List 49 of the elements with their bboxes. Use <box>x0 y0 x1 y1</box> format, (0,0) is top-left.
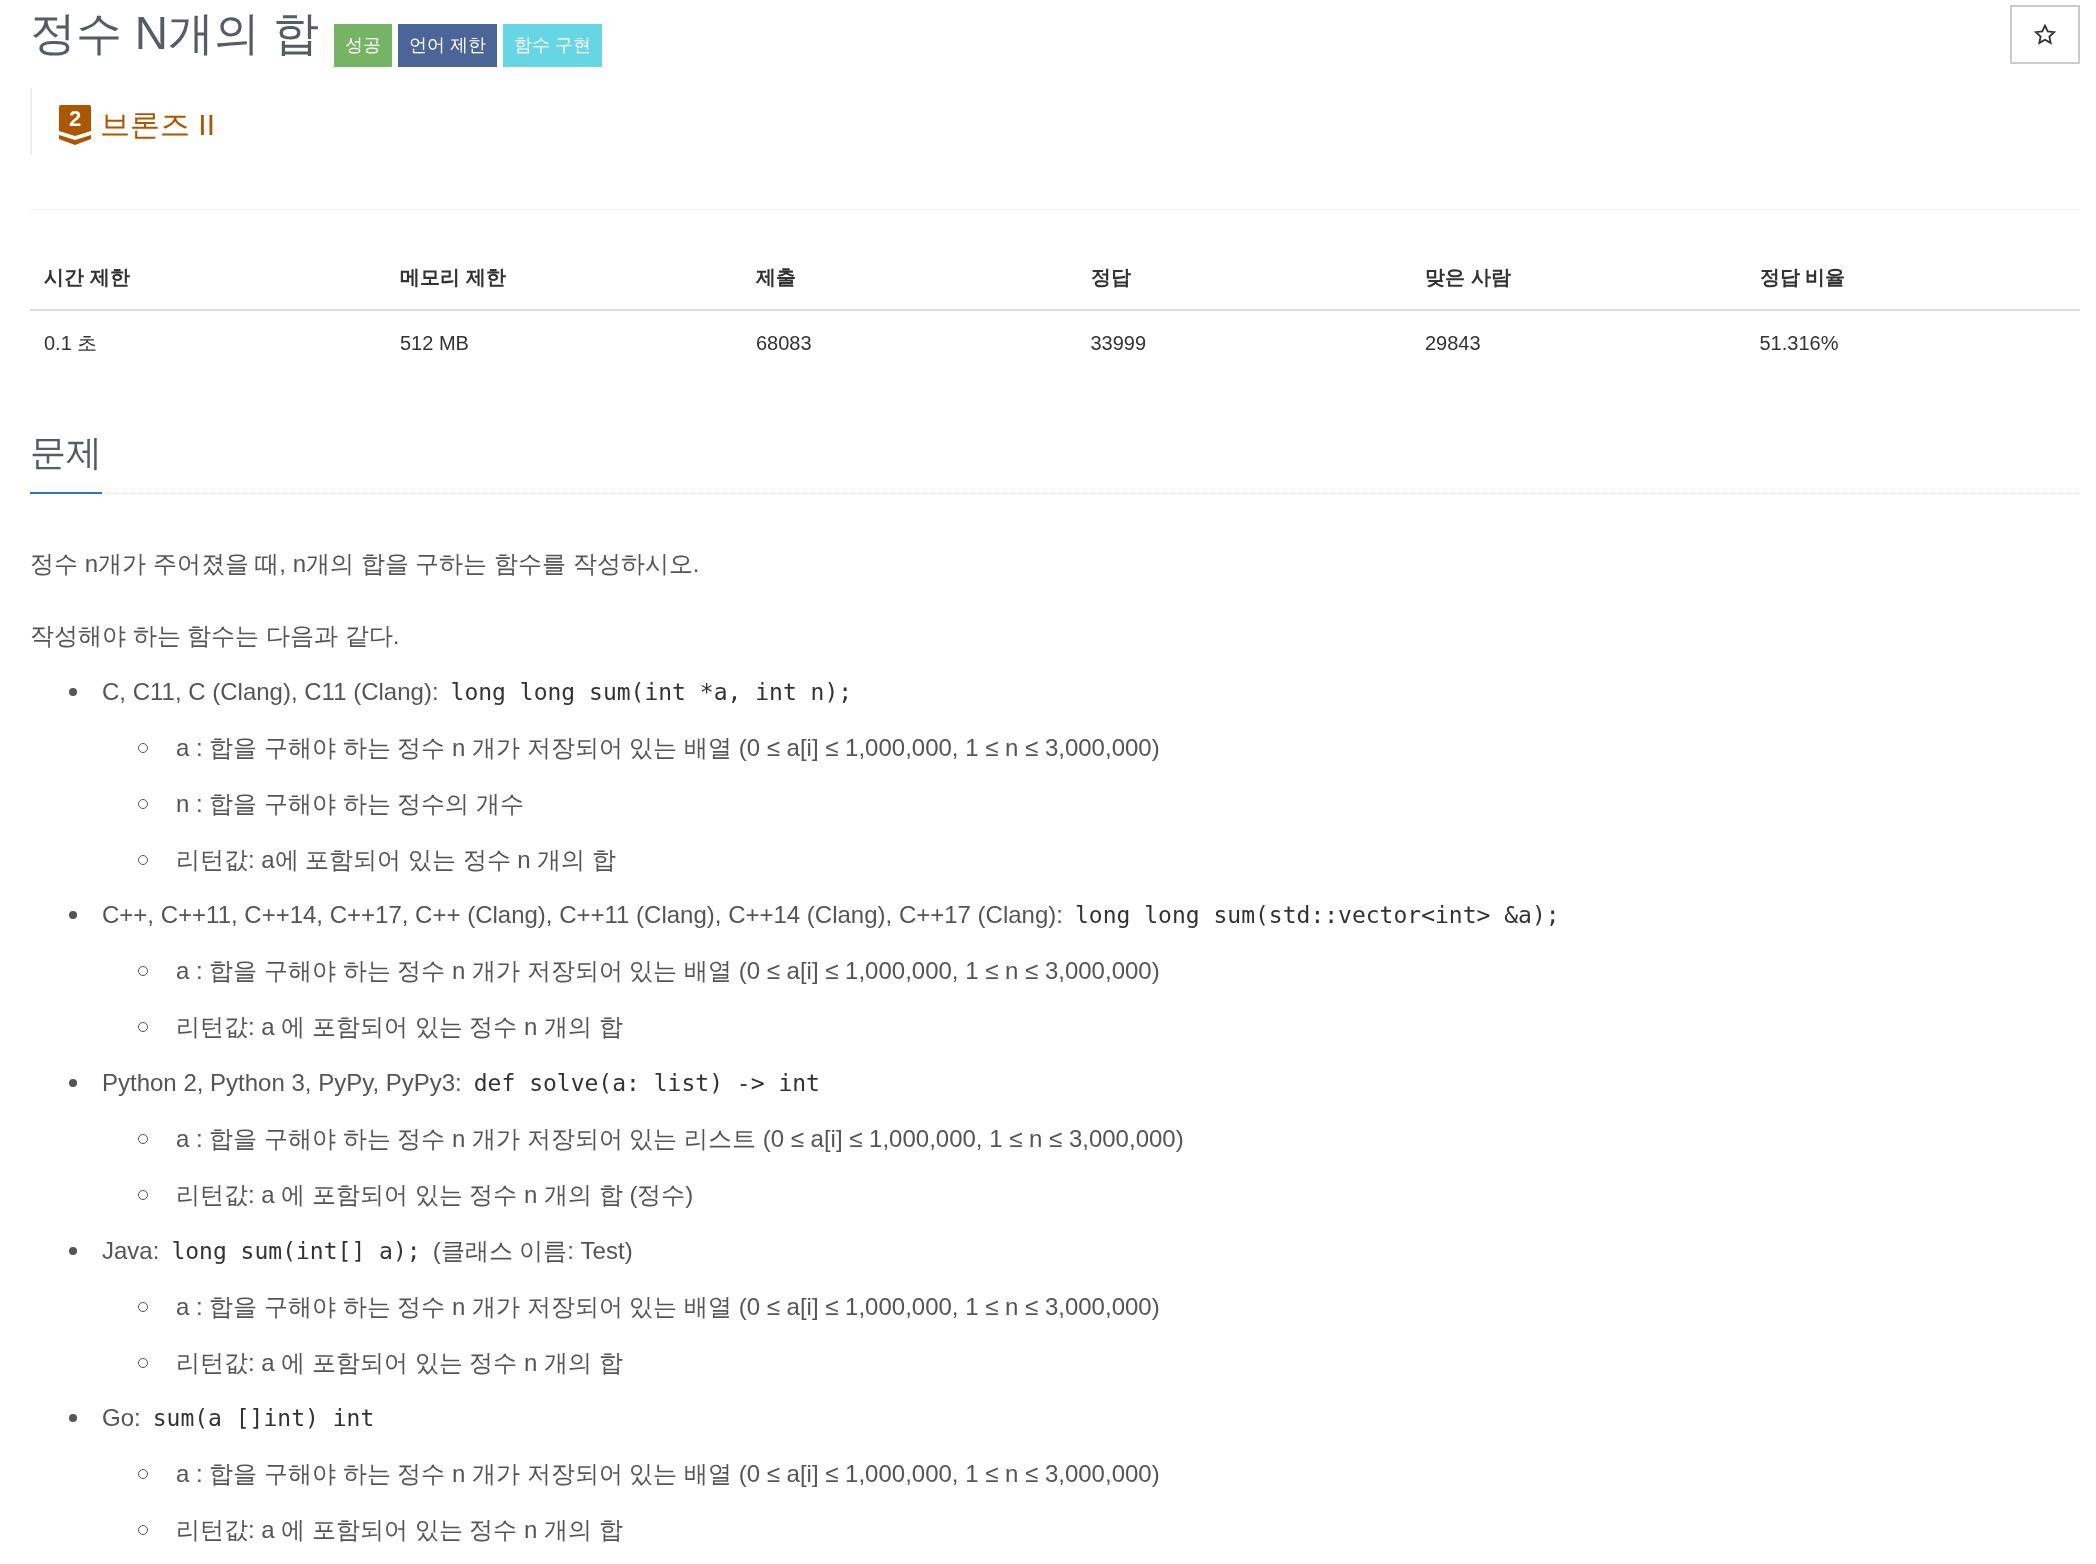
table-header-cell: 시간 제한 <box>30 245 386 310</box>
table-header-cell: 맞은 사람 <box>1411 245 1746 310</box>
table-cell: 512 MB <box>386 310 742 375</box>
language-list: Go: <box>102 1400 141 1437</box>
language-list: C, C11, C (Clang), C11 (Clang): <box>102 673 439 710</box>
list-item-text: 리턴값: a 에 포함되어 있는 정수 n 개의 합 <box>176 1012 623 1043</box>
bullet-icon <box>69 1414 77 1423</box>
section-heading: 문제 <box>30 431 102 494</box>
problem-tag: 함수 구현 <box>502 24 602 67</box>
problem-tag: 성공 <box>333 24 392 67</box>
table-header-cell: 제출 <box>742 245 1077 310</box>
table-cell: 51.316% <box>1745 310 2080 375</box>
list-item-text: 리턴값: a 에 포함되어 있는 정수 n 개의 합 <box>176 1347 623 1378</box>
table-header-cell: 정답 비율 <box>1745 245 2080 310</box>
list-item-text: a : 합을 구해야 하는 정수 n 개가 저장되어 있는 배열 (0 ≤ a[i] ≤ 1,000,000, 1 ≤ n ≤ 3,000,000) <box>176 1459 1160 1490</box>
tier-name: 브론즈 II <box>100 107 215 143</box>
problem-text: 작성해야 하는 함수는 다음과 같다. <box>30 621 401 651</box>
problem-title: 정수 N개의 합 <box>30 6 319 61</box>
list-item-text: a : 합을 구해야 하는 정수 n 개가 저장되어 있는 리스트 (0 ≤ a[i] ≤ 1,000,000, 1 ≤ n ≤ 3,000,000) <box>176 1124 1184 1154</box>
list-item-text: 리턴값: a 에 포함되어 있는 정수 n 개의 합 <box>176 1515 623 1546</box>
language-list: C++, C++11, C++14, C++17, C++ (Clang), C++11 (Clang), C++14 (Clang), C++17 (Clang): <box>102 897 1063 934</box>
function-signature: long sum(int[] a); <box>171 1236 421 1266</box>
language-list: Python 2, Python 3, PyPy, PyPy3: <box>102 1065 462 1102</box>
problem-text: 정수 n개가 주어졌을 때, n개의 합을 구하는 함수를 작성하시오. <box>30 549 701 579</box>
table-cell: 33999 <box>1076 310 1411 375</box>
bullet-icon <box>69 1079 77 1088</box>
table-cell: 68083 <box>742 310 1077 375</box>
language-list: Java: <box>102 1232 160 1269</box>
table-header-cell: 메모리 제한 <box>386 245 742 310</box>
list-item-text: 리턴값: a에 포함되어 있는 정수 n 개의 합 <box>176 844 617 875</box>
function-signature: long long sum(int *a, int n); <box>450 677 853 707</box>
list-item-text: 리턴값: a 에 포함되어 있는 정수 n 개의 합 (정수) <box>176 1179 694 1210</box>
list-item-text: a : 합을 구해야 하는 정수 n 개가 저장되어 있는 배열 (0 ≤ a[i] ≤ 1,000,000, 1 ≤ n ≤ 3,000,000) <box>176 732 1160 763</box>
bullet-icon <box>69 1246 77 1255</box>
problem-tag: 언어 제한 <box>397 24 497 67</box>
favorite-button[interactable] <box>2010 5 2080 64</box>
star-icon <box>2034 24 2056 45</box>
bullet-icon <box>69 687 77 696</box>
function-signature: long long sum(std::vector<int> &a); <box>1075 901 1560 931</box>
table-header-cell: 정답 <box>1076 245 1411 310</box>
class-name-note: (클래스 이름: Test) <box>432 1235 633 1266</box>
bullet-icon <box>69 911 77 920</box>
table-cell: 0.1 초 <box>30 310 386 375</box>
list-item-text: a : 합을 구해야 하는 정수 n 개가 저장되어 있는 배열 (0 ≤ a[i] ≤ 1,000,000, 1 ≤ n ≤ 3,000,000) <box>176 1291 1160 1322</box>
function-signature: sum(a []int) int <box>152 1404 375 1434</box>
list-item-text: n : 합을 구해야 하는 정수의 개수 <box>176 788 525 819</box>
list-item-text: a : 합을 구해야 하는 정수 n 개가 저장되어 있는 배열 (0 ≤ a[i] ≤ 1,000,000, 1 ≤ n ≤ 3,000,000) <box>176 956 1160 987</box>
table-cell: 29843 <box>1411 310 1746 375</box>
function-signature: def solve(a: list) -> int <box>473 1069 820 1099</box>
